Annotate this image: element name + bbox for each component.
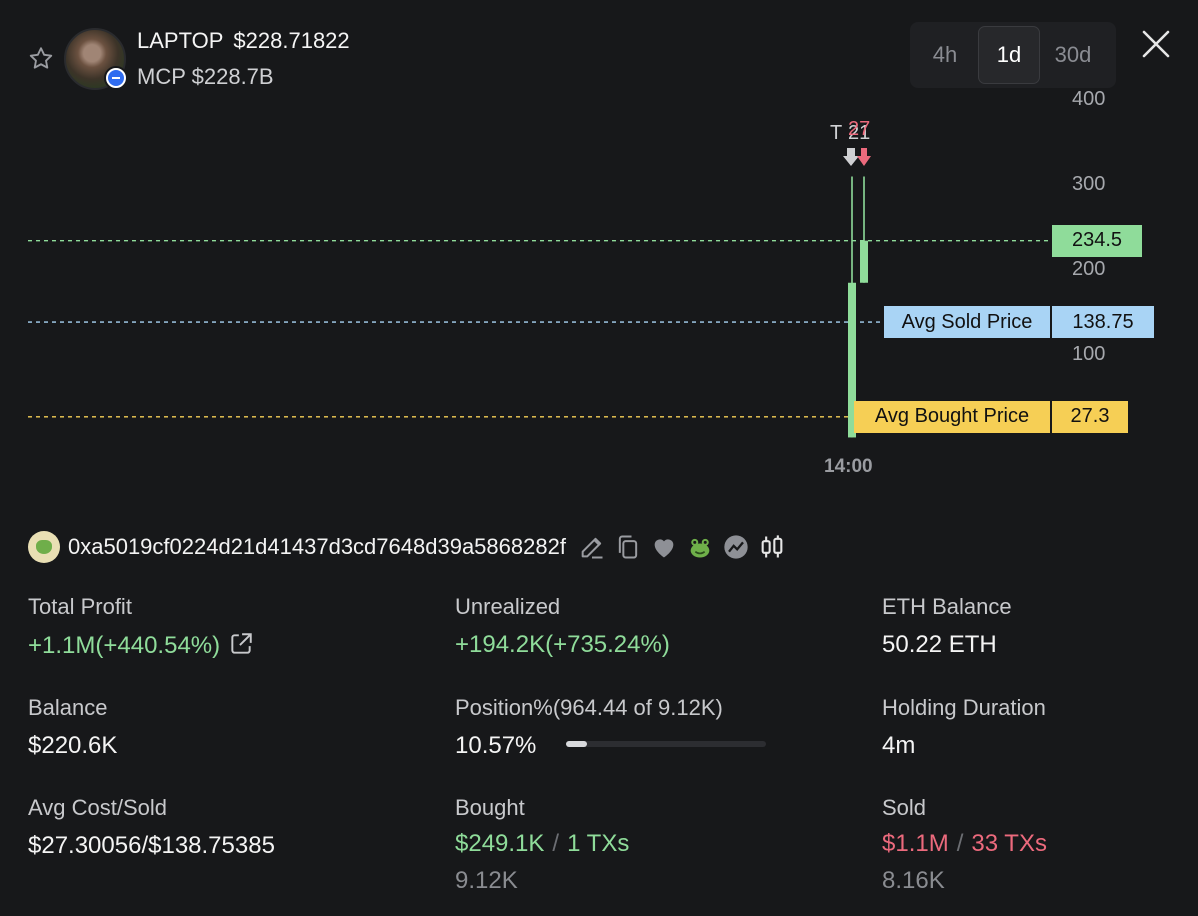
position-progress-fill [566, 741, 588, 747]
position-label: Position%(964.44 of 9.12K) [455, 695, 723, 720]
unrealized-value: +194.2K(+735.24%) [455, 631, 670, 658]
token-price: $228.71822 [233, 28, 350, 53]
bought-tokens: 9.12K [455, 867, 518, 894]
sold-tokens: 8.16K [882, 867, 945, 894]
token-symbol: LAPTOP [137, 28, 224, 53]
close-icon[interactable] [1140, 28, 1172, 60]
y-tick-label: 300 [1072, 173, 1106, 195]
sold-separator: / [956, 830, 964, 857]
timeframe-selector: 4h 1d 30d [910, 22, 1116, 88]
level-value-avg_bought: 27.3 [1052, 400, 1128, 433]
sold-txs[interactable]: 33 TXs [971, 830, 1047, 857]
position-progress-bar [566, 741, 766, 747]
level-label-avg_sold: Avg Sold Price [884, 306, 1050, 339]
market-cap: MCP $228.7B [137, 64, 274, 90]
bought-amount: $249.1K [455, 830, 545, 857]
sold-label: Sold [882, 795, 927, 820]
total-profit-label: Total Profit [28, 594, 132, 619]
edit-icon[interactable] [578, 533, 606, 561]
eth-balance-label: ETH Balance [882, 594, 1012, 619]
holding-duration-value: 4m [882, 732, 916, 759]
price-chart[interactable]: 400 300 200 100 14:00 234.5 Avg Sold Price 138.… [0, 88, 1198, 490]
bought-label: Bought [455, 795, 525, 820]
unrealized-label: Unrealized [455, 594, 561, 619]
star-icon[interactable] [27, 45, 55, 73]
bought-value: $249.1K / 1 TXs [455, 830, 629, 858]
timeframe-30d-button[interactable]: 30d [1042, 26, 1104, 84]
x-tick-label: 14:00 [824, 456, 873, 477]
bought-separator: / [552, 830, 560, 857]
y-tick-label: 400 [1072, 88, 1106, 110]
heart-icon[interactable] [650, 533, 678, 561]
sold-value: $1.1M / 33 TXs [882, 830, 1047, 858]
total-profit-amount: +1.1M(+440.54%) [28, 632, 221, 659]
chain-badge-icon [104, 66, 128, 90]
wallet-row: 0xa5019cf0224d21d41437d3cd7648d39a586828… [28, 530, 786, 564]
wallet-avatar [28, 531, 60, 563]
position-value: 10.57% [455, 732, 537, 759]
total-profit-value: +1.1M(+440.54%) [28, 631, 254, 660]
timeframe-4h-button[interactable]: 4h [914, 26, 976, 84]
avg-cost-label: Avg Cost/Sold [28, 795, 168, 820]
candlestick-icon[interactable] [758, 533, 786, 561]
eth-balance-value: 50.22 ETH [882, 631, 997, 658]
marker-arrow-buy [843, 148, 859, 166]
bought-txs[interactable]: 1 TXs [567, 830, 629, 857]
level-label-avg_bought: Avg Bought Price [854, 400, 1050, 433]
frog-icon[interactable] [686, 533, 714, 561]
balance-value: $220.6K [28, 732, 118, 759]
timeframe-1d-button[interactable]: 1d [978, 26, 1040, 84]
external-link-icon[interactable] [228, 631, 254, 657]
chart-circle-icon[interactable] [722, 533, 750, 561]
token-title: LAPTOP $228.71822 [137, 28, 360, 54]
balance-label: Balance [28, 695, 108, 720]
y-tick-label: 100 [1072, 343, 1106, 365]
copy-icon[interactable] [614, 533, 642, 561]
mcp-value: $228.7B [191, 64, 274, 89]
avg-cost-value: $27.30056/$138.75385 [28, 832, 275, 859]
level-value-current: 234.5 [1052, 224, 1142, 257]
marker-label-t: T [830, 122, 843, 144]
level-value-avg_sold: 138.75 [1052, 306, 1154, 339]
wallet-address[interactable]: 0xa5019cf0224d21d41437d3cd7648d39a586828… [68, 534, 566, 560]
candle-body [860, 240, 868, 283]
token-position-panel: LAPTOP $228.71822 MCP $228.7B 4h 1d 30d 4… [0, 0, 1198, 916]
marker-arrow-sell [857, 148, 871, 166]
y-tick-label: 200 [1072, 258, 1106, 280]
marker-label-sell: 27 [848, 118, 871, 140]
mcp-label: MCP [137, 64, 186, 89]
holding-duration-label: Holding Duration [882, 695, 1046, 720]
sold-amount: $1.1M [882, 830, 949, 857]
